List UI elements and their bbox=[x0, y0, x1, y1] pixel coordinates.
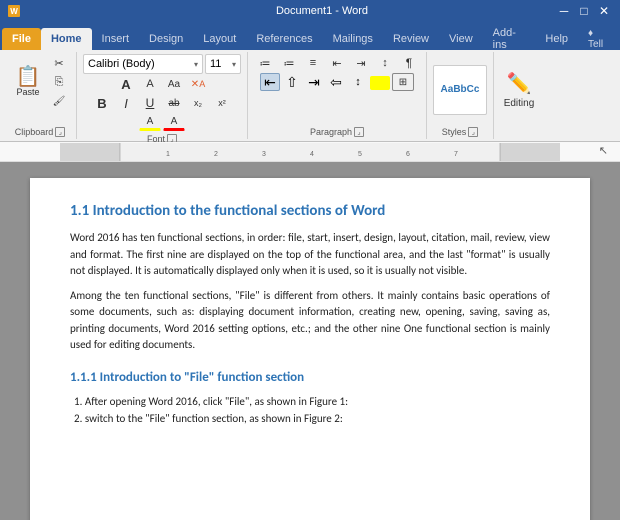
list-item-1: 1. After opening Word 2016, click "File"… bbox=[74, 393, 550, 411]
paragraph-label: Paragraph ⌟ bbox=[310, 125, 364, 137]
clipboard-group: 📋 Paste ✂ ⎘ 🖌 Clipboard ⌟ bbox=[4, 52, 77, 139]
increase-font-button[interactable]: A bbox=[115, 75, 137, 93]
ribbon-tabs: File Home Insert Design Layout Reference… bbox=[0, 22, 620, 50]
tab-references[interactable]: References bbox=[246, 28, 322, 50]
font-row3: B I U ab x₂ x² bbox=[91, 94, 233, 112]
window-controls: ─ □ ✕ bbox=[556, 3, 612, 19]
tab-view[interactable]: View bbox=[439, 28, 483, 50]
paragraph-expand[interactable]: ⌟ bbox=[354, 127, 364, 137]
document-area[interactable]: 1.1 Introduction to the functional secti… bbox=[0, 162, 620, 520]
para-row2: ⇤ ⇧ ⇥ ⇦ ↕ ⊞ bbox=[260, 73, 414, 91]
font-size-dropdown[interactable]: 11 ▾ bbox=[205, 54, 241, 74]
svg-text:2: 2 bbox=[214, 151, 218, 158]
shading-button[interactable] bbox=[370, 76, 390, 90]
justify-button[interactable]: ⇦ bbox=[326, 73, 346, 91]
editing-bottom: ⌟ bbox=[514, 125, 524, 137]
border-button[interactable]: ⊞ bbox=[392, 73, 414, 91]
font-group: Calibri (Body) ▾ 11 ▾ A A Aa ✕A B I U ab… bbox=[77, 52, 248, 139]
font-row4: A A bbox=[139, 113, 185, 131]
list-item-2: 2. switch to the "File" function section… bbox=[74, 410, 550, 428]
svg-text:4: 4 bbox=[310, 151, 314, 158]
size-dropdown-arrow: ▾ bbox=[232, 60, 236, 69]
styles-preview: AaBbCc bbox=[433, 65, 487, 115]
cut-button[interactable]: ✂ bbox=[48, 54, 70, 72]
styles-label: Styles ⌟ bbox=[442, 125, 479, 137]
text-highlight-button[interactable]: A bbox=[139, 113, 161, 131]
paragraph-group: ≔ ≔ ≡ ⇤ ⇥ ↕ ¶ ⇤ ⇧ ⇥ ⇦ ↕ ⊞ Paragraph ⌟ bbox=[248, 52, 427, 139]
tab-review[interactable]: Review bbox=[383, 28, 439, 50]
styles-expand[interactable]: ⌟ bbox=[468, 127, 478, 137]
font-row2: A A Aa ✕A bbox=[115, 75, 209, 93]
tab-layout[interactable]: Layout bbox=[193, 28, 246, 50]
paste-icon: 📋 bbox=[16, 67, 41, 87]
clipboard-label: Clipboard ⌟ bbox=[15, 125, 66, 137]
clipboard-expand[interactable]: ⌟ bbox=[55, 127, 65, 137]
line-spacing-button[interactable]: ↕ bbox=[348, 73, 368, 91]
minimize-button[interactable]: ─ bbox=[556, 3, 572, 19]
editing-group: ✏️ Editing ⌟ bbox=[494, 52, 544, 139]
tab-addins[interactable]: Add-ins bbox=[483, 28, 536, 50]
tab-file[interactable]: File bbox=[2, 28, 41, 50]
superscript-button[interactable]: x² bbox=[211, 94, 233, 112]
para-row1: ≔ ≔ ≡ ⇤ ⇥ ↕ ¶ bbox=[254, 54, 420, 72]
font-dropdown-arrow: ▾ bbox=[194, 60, 198, 69]
editing-icon: ✏️ bbox=[507, 71, 532, 96]
tab-tell[interactable]: ♦ Tell bbox=[578, 28, 618, 50]
tab-design[interactable]: Design bbox=[139, 28, 193, 50]
numbering-button[interactable]: ≔ bbox=[278, 54, 300, 72]
title-bar: W Document1 - Word ─ □ ✕ bbox=[0, 0, 620, 22]
clear-format-button[interactable]: ✕A bbox=[187, 75, 209, 93]
decrease-indent-button[interactable]: ⇤ bbox=[326, 54, 348, 72]
copy-button[interactable]: ⎘ bbox=[48, 73, 70, 91]
decrease-font-button[interactable]: A bbox=[139, 75, 161, 93]
font-name-dropdown[interactable]: Calibri (Body) ▾ bbox=[83, 54, 203, 74]
font-row1: Calibri (Body) ▾ 11 ▾ bbox=[83, 54, 241, 74]
close-button[interactable]: ✕ bbox=[596, 3, 612, 19]
maximize-button[interactable]: □ bbox=[576, 3, 592, 19]
heading1: 1.1 Introduction to the functional secti… bbox=[70, 202, 550, 220]
tab-home[interactable]: Home bbox=[41, 28, 92, 50]
underline-button[interactable]: U bbox=[139, 94, 161, 112]
increase-indent-button[interactable]: ⇥ bbox=[350, 54, 372, 72]
change-case-button[interactable]: Aa bbox=[163, 75, 185, 93]
svg-text:6: 6 bbox=[406, 151, 410, 158]
tab-help[interactable]: Help bbox=[535, 28, 578, 50]
paste-button[interactable]: 📋 Paste bbox=[10, 62, 46, 102]
bullets-button[interactable]: ≔ bbox=[254, 54, 276, 72]
svg-text:7: 7 bbox=[454, 151, 458, 158]
bold-button[interactable]: B bbox=[91, 94, 113, 112]
ruler: // This is handled below 1 2 3 4 5 6 7 ↖ bbox=[0, 142, 620, 162]
align-left-button[interactable]: ⇤ bbox=[260, 73, 280, 91]
ruler-svg: // This is handled below 1 2 3 4 5 6 7 bbox=[60, 143, 560, 161]
tab-mailings[interactable]: Mailings bbox=[323, 28, 383, 50]
tab-insert[interactable]: Insert bbox=[92, 28, 140, 50]
window-title: Document1 - Word bbox=[88, 5, 556, 17]
paragraph2: Among the ten functional sections, "File… bbox=[70, 288, 550, 354]
heading2: 1.1.1 Introduction to "File" function se… bbox=[70, 370, 550, 385]
cursor-icon: ↖ bbox=[599, 144, 608, 157]
styles-group: AaBbCc Styles ⌟ bbox=[427, 52, 494, 139]
multilevel-list-button[interactable]: ≡ bbox=[302, 54, 324, 72]
editing-label: Editing bbox=[504, 98, 535, 109]
svg-text:3: 3 bbox=[262, 151, 266, 158]
paragraph1: Word 2016 has ten functional sections, i… bbox=[70, 230, 550, 280]
align-center-button[interactable]: ⇧ bbox=[282, 73, 302, 91]
clipboard-top: 📋 Paste ✂ ⎘ 🖌 bbox=[10, 54, 70, 110]
subscript-button[interactable]: x₂ bbox=[187, 94, 209, 112]
format-painter-button[interactable]: 🖌 bbox=[48, 92, 70, 110]
svg-text:5: 5 bbox=[358, 151, 362, 158]
document-page: 1.1 Introduction to the functional secti… bbox=[30, 178, 590, 520]
sort-button[interactable]: ↕ bbox=[374, 54, 396, 72]
align-right-button[interactable]: ⇥ bbox=[304, 73, 324, 91]
svg-text:1: 1 bbox=[166, 151, 170, 158]
ribbon: 📋 Paste ✂ ⎘ 🖌 Clipboard ⌟ Calibri (Body)… bbox=[0, 50, 620, 142]
show-marks-button[interactable]: ¶ bbox=[398, 54, 420, 72]
strikethrough-button[interactable]: ab bbox=[163, 94, 185, 112]
italic-button[interactable]: I bbox=[115, 94, 137, 112]
font-color-button[interactable]: A bbox=[163, 113, 185, 131]
